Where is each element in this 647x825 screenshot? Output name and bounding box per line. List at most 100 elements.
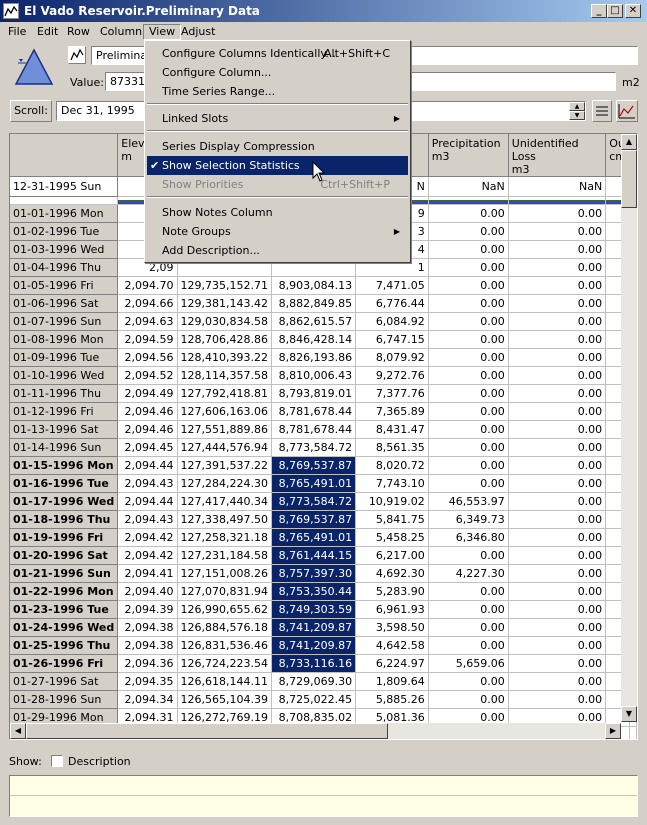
table-cell[interactable]: 0.00 — [508, 294, 607, 313]
menu-item-linked-slots[interactable]: Linked Slots ▶ — [147, 109, 408, 128]
table-cell[interactable]: 8,793,819.01 — [271, 384, 357, 403]
table-cell[interactable]: 0.00 — [508, 366, 607, 385]
table-cell[interactable]: 6,776.44 — [355, 294, 429, 313]
table-cell[interactable]: 0.00 — [428, 546, 509, 565]
table-cell[interactable]: 128,114,357.58 — [177, 366, 272, 385]
table-cell[interactable]: 0.00 — [508, 312, 607, 331]
table-cell[interactable]: 2,094.59 — [117, 330, 178, 349]
table-cell[interactable]: 7,377.76 — [355, 384, 429, 403]
table-cell[interactable]: 2,094.49 — [117, 384, 178, 403]
table-row[interactable]: 01-26-1996 Fri 2,094.36 126,724,223.54 8,73… — [10, 654, 637, 673]
table-cell[interactable]: 126,831,536.46 — [177, 636, 272, 655]
table-cell[interactable]: 8,769,537.87 — [271, 456, 357, 475]
row-header[interactable]: 01-18-1996 Thu — [10, 510, 119, 529]
vertical-scroll-thumb[interactable] — [621, 150, 637, 208]
table-cell[interactable]: 126,884,576.18 — [177, 618, 272, 637]
menu-item-configure-columns-identically[interactable]: Configure Columns Identically... Alt+Shif… — [147, 44, 408, 63]
table-row[interactable]: 01-11-1996 Thu 2,094.49 127,792,418.81 8,79… — [10, 384, 637, 403]
table-cell[interactable]: 0.00 — [508, 492, 607, 511]
table-cell[interactable]: 2,094.38 — [117, 618, 178, 637]
list-view-button[interactable] — [592, 100, 612, 122]
table-cell[interactable]: 0.00 — [508, 618, 607, 637]
table-cell[interactable]: 46,553.97 — [428, 492, 509, 511]
table-cell[interactable]: 0.00 — [428, 474, 509, 493]
row-header[interactable]: 01-26-1996 Fri — [10, 654, 119, 673]
row-header[interactable]: 01-25-1996 Thu — [10, 636, 119, 655]
row-header[interactable]: 01-09-1996 Tue — [10, 348, 119, 367]
table-cell[interactable]: 10,919.02 — [355, 492, 429, 511]
table-cell[interactable]: 2,094.41 — [117, 564, 178, 583]
scroll-button[interactable]: Scroll: — [10, 100, 52, 122]
scroll-right-icon[interactable]: ▶ — [605, 723, 621, 739]
table-cell[interactable]: 8,757,397.30 — [271, 564, 357, 583]
table-cell[interactable]: 0.00 — [508, 402, 607, 421]
table-cell[interactable]: 0.00 — [428, 690, 509, 709]
table-cell[interactable]: 127,444,576.94 — [177, 438, 272, 457]
table-cell[interactable]: 2,094.42 — [117, 546, 178, 565]
table-cell[interactable]: 0.00 — [428, 276, 509, 295]
table-row[interactable]: 01-21-1996 Sun 2,094.41 127,151,008.26 8,75… — [10, 564, 637, 583]
table-row[interactable]: 01-07-1996 Sun 2,094.63 129,030,834.58 8,86… — [10, 312, 637, 331]
row-header[interactable]: 01-24-1996 Wed — [10, 618, 119, 637]
table-cell[interactable]: 1,809.64 — [355, 672, 429, 691]
menu-item-add-description[interactable]: Add Description... — [147, 241, 408, 260]
table-cell[interactable]: 2,094.43 — [117, 510, 178, 529]
row-header[interactable]: 01-20-1996 Sat — [10, 546, 119, 565]
table-cell[interactable]: NaN — [508, 176, 607, 197]
row-header[interactable]: 01-02-1996 Tue — [10, 222, 119, 241]
horizontal-scroll-thumb[interactable] — [26, 723, 388, 739]
table-cell[interactable]: 8,882,849.85 — [271, 294, 357, 313]
table-cell[interactable]: 8,810,006.43 — [271, 366, 357, 385]
table-cell[interactable]: 0.00 — [508, 258, 607, 277]
table-cell[interactable]: 0.00 — [508, 654, 607, 673]
table-row[interactable]: 01-05-1996 Fri 2,094.70 129,735,152.71 8,90… — [10, 276, 637, 295]
table-cell[interactable]: 7,471.05 — [355, 276, 429, 295]
table-cell[interactable]: 7,365.89 — [355, 402, 429, 421]
table-cell[interactable]: 0.00 — [428, 402, 509, 421]
table-cell[interactable]: 0.00 — [508, 384, 607, 403]
row-header[interactable]: 01-03-1996 Wed — [10, 240, 119, 259]
table-row[interactable]: 01-18-1996 Thu 2,094.43 127,338,497.50 8,76… — [10, 510, 637, 529]
spin-up-icon[interactable]: ▲ — [569, 102, 585, 111]
table-cell[interactable]: 127,792,418.81 — [177, 384, 272, 403]
row-header[interactable]: 12-31-1995 Sun — [10, 176, 119, 197]
table-row[interactable]: 01-12-1996 Fri 2,094.46 127,606,163.06 8,78… — [10, 402, 637, 421]
table-cell[interactable]: 4,692.30 — [355, 564, 429, 583]
table-cell[interactable]: 2,094.40 — [117, 582, 178, 601]
menu-item-configure-column[interactable]: Configure Column... — [147, 63, 408, 82]
table-cell[interactable]: 0.00 — [428, 312, 509, 331]
table-cell[interactable]: 127,258,321.18 — [177, 528, 272, 547]
table-cell[interactable]: 8,773,584.72 — [271, 438, 357, 457]
row-header[interactable]: 01-05-1996 Fri — [10, 276, 119, 295]
row-header[interactable]: 01-19-1996 Fri — [10, 528, 119, 547]
table-cell[interactable]: 128,706,428.86 — [177, 330, 272, 349]
table-cell[interactable]: 5,458.25 — [355, 528, 429, 547]
table-cell[interactable]: 0.00 — [428, 618, 509, 637]
row-header[interactable]: 01-11-1996 Thu — [10, 384, 119, 403]
row-header[interactable]: 01-13-1996 Sat — [10, 420, 119, 439]
scroll-down-icon[interactable]: ▼ — [621, 706, 637, 722]
table-cell[interactable]: 0.00 — [428, 438, 509, 457]
table-cell[interactable]: 5,659.06 — [428, 654, 509, 673]
row-header[interactable]: 01-17-1996 Wed — [10, 492, 119, 511]
row-header[interactable]: 01-16-1996 Tue — [10, 474, 119, 493]
table-row[interactable]: 01-27-1996 Sat 2,094.35 126,618,144.11 8,72… — [10, 672, 637, 691]
table-cell[interactable]: 8,749,303.59 — [271, 600, 357, 619]
table-cell[interactable]: 8,826,193.86 — [271, 348, 357, 367]
table-cell[interactable]: 6,217.00 — [355, 546, 429, 565]
row-header[interactable]: 01-14-1996 Sun — [10, 438, 119, 457]
table-cell[interactable]: 8,431.47 — [355, 420, 429, 439]
table-cell[interactable]: 127,417,440.34 — [177, 492, 272, 511]
table-cell[interactable]: 8,862,615.57 — [271, 312, 357, 331]
row-header[interactable]: 01-06-1996 Sat — [10, 294, 119, 313]
table-cell[interactable]: 0.00 — [428, 294, 509, 313]
menu-item-time-series-range[interactable]: Time Series Range... — [147, 82, 408, 101]
table-cell[interactable]: 0.00 — [428, 204, 509, 223]
menu-file[interactable]: File — [3, 24, 31, 40]
table-cell[interactable]: 6,084.92 — [355, 312, 429, 331]
table-cell[interactable]: 8,903,084.13 — [271, 276, 357, 295]
table-cell[interactable]: 0.00 — [508, 438, 607, 457]
table-row[interactable]: 01-20-1996 Sat 2,094.42 127,231,184.58 8,76… — [10, 546, 637, 565]
table-cell[interactable]: 0.00 — [508, 582, 607, 601]
table-cell[interactable]: 2,094.46 — [117, 402, 178, 421]
